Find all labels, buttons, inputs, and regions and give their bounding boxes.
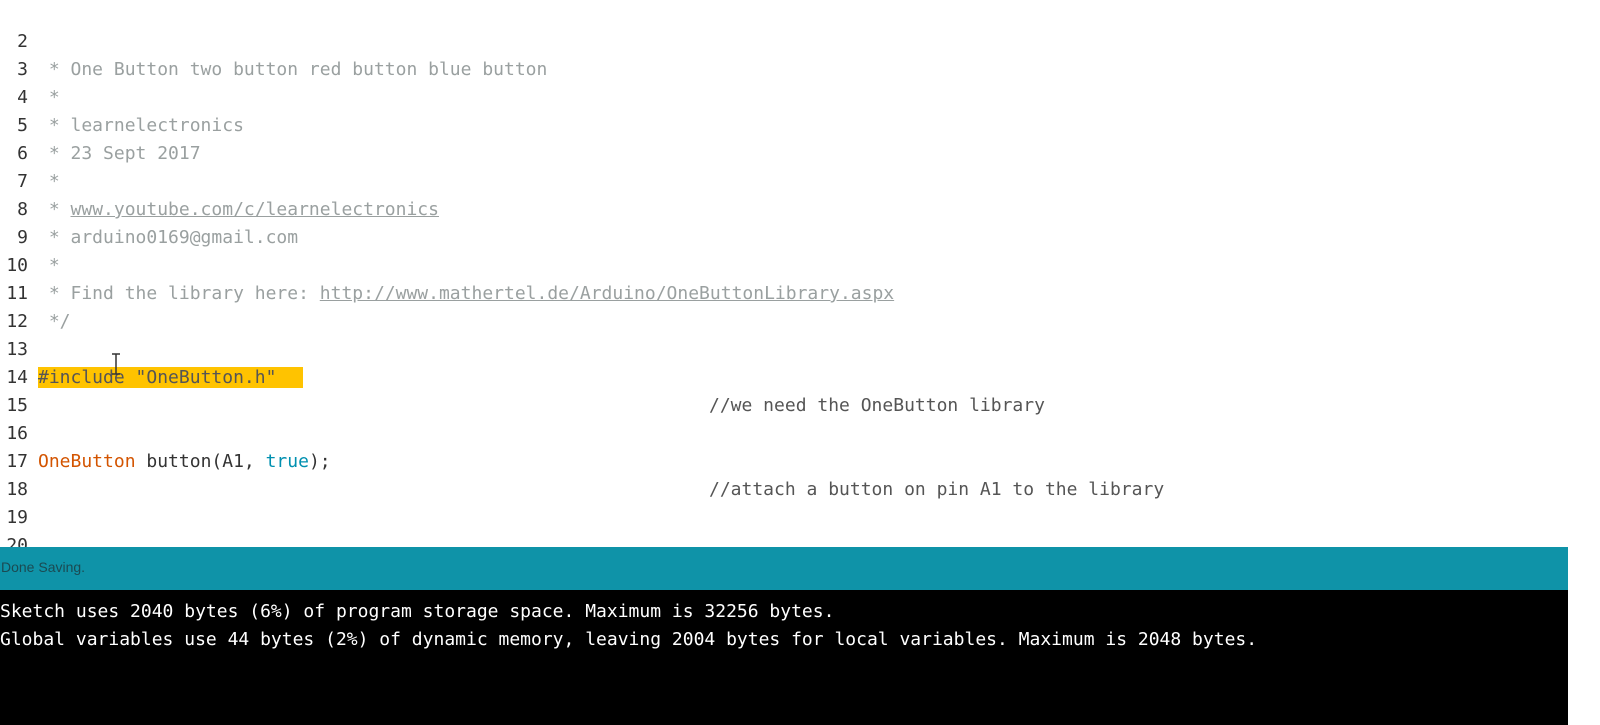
code-line[interactable]: 20 void setup() {	[0, 504, 1568, 547]
code-line[interactable]: 9 *	[0, 196, 1568, 276]
code-line[interactable]: 12	[0, 280, 1568, 332]
code-line[interactable]: 3 *	[0, 28, 1568, 108]
code-line[interactable]: 4 * learnelectronics	[0, 56, 1568, 136]
text-cursor-ibeam-icon	[112, 353, 120, 375]
code-line[interactable]: 19	[0, 476, 1568, 528]
console-line: Sketch uses 2040 bytes (6%) of program s…	[0, 601, 835, 622]
code-line[interactable]: 11 */	[0, 252, 1568, 332]
status-message: Done Saving.	[1, 559, 86, 575]
code-line[interactable]: 7 * www.youtube.com/c/learnelectronics	[0, 140, 1568, 220]
line-number: 20	[6, 535, 28, 547]
code-line[interactable]: 18	[0, 448, 1568, 500]
code-line[interactable]: 17	[0, 420, 1568, 472]
code-line[interactable]: 2 * One Button two button red button blu…	[0, 0, 1568, 80]
code-line[interactable]: 16 OneButton button(A1, true); //attach …	[0, 392, 1568, 500]
code-line[interactable]: 15	[0, 364, 1568, 416]
vertical-scrollbar[interactable]	[1568, 0, 1600, 725]
code-line[interactable]: 13 #include "OneButton.h" //we need the …	[0, 308, 1568, 416]
output-console[interactable]: Sketch uses 2040 bytes (6%) of program s…	[0, 590, 1568, 725]
code-line[interactable]: 14	[0, 336, 1568, 388]
console-line: Global variables use 44 bytes (2%) of dy…	[0, 629, 1258, 650]
code-editor[interactable]: 2 * One Button two button red button blu…	[0, 0, 1568, 547]
code-line[interactable]: 5 * 23 Sept 2017	[0, 84, 1568, 164]
code-line[interactable]: 8 * arduino0169@gmail.com	[0, 168, 1568, 248]
status-bar: Done Saving.	[0, 547, 1568, 590]
code-line[interactable]: 6 *	[0, 112, 1568, 192]
code-line[interactable]: 10 * Find the library here: http://www.m…	[0, 224, 1568, 304]
